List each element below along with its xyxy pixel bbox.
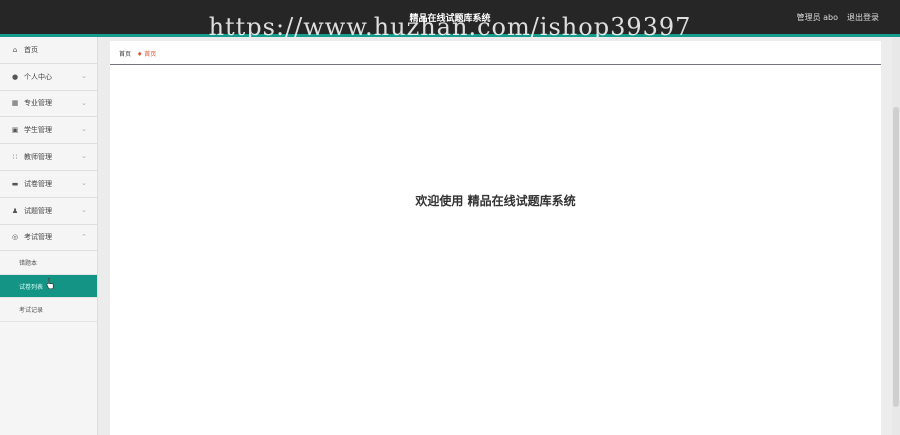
sidebar-item-student-management[interactable]: ▣ 学生管理 ⌄ bbox=[0, 117, 97, 145]
sidebar-item-label: 教师管理 bbox=[24, 153, 52, 162]
home-icon: ⌂ bbox=[12, 45, 18, 54]
user-icon: ● bbox=[11, 72, 19, 81]
scrollbar[interactable] bbox=[892, 37, 900, 435]
main-panel: 首页 ♦ 首页 欢迎使用 精品在线试题库系统 bbox=[110, 41, 881, 435]
chevron-down-icon: ⌄ bbox=[81, 98, 87, 107]
chevron-down-icon: ⌄ bbox=[81, 152, 87, 161]
content-area: 首页 ♦ 首页 欢迎使用 精品在线试题库系统 bbox=[98, 37, 900, 435]
sidebar-item-label: 专业管理 bbox=[24, 99, 52, 108]
sidebar-item-home[interactable]: ⌂ 首页 bbox=[0, 37, 97, 64]
sidebar-item-label: 考试管理 bbox=[24, 233, 52, 242]
breadcrumb-current: 首页 bbox=[144, 51, 157, 58]
breadcrumb: 首页 ♦ 首页 bbox=[119, 49, 156, 58]
welcome-message: 欢迎使用 精品在线试题库系统 bbox=[415, 194, 576, 208]
sidebar-item-teacher-management[interactable]: ∷ 教师管理 ⌄ bbox=[0, 144, 97, 171]
chevron-down-icon: ⌄ bbox=[81, 178, 87, 187]
clock-icon: ◎ bbox=[11, 233, 19, 242]
person-icon: ♟ bbox=[11, 206, 19, 215]
chevron-down-icon: ⌄ bbox=[81, 71, 87, 80]
sidebar-subitem-exam-records[interactable]: 考试记录 bbox=[0, 298, 97, 322]
sidebar-item-personal-center[interactable]: ● 个人中心 ⌄ bbox=[0, 64, 97, 91]
top-header: 精品在线试题库系统 https://www.huzhan.com/ishop39… bbox=[0, 0, 900, 41]
breadcrumb-root[interactable]: 首页 bbox=[119, 51, 131, 58]
scrollbar-thumb[interactable] bbox=[893, 107, 899, 407]
home-icon: ♦ bbox=[136, 51, 143, 58]
chevron-down-icon: ⌄ bbox=[81, 125, 87, 134]
sidebar-item-label: 个人中心 bbox=[24, 72, 52, 81]
grid-icon: ▦ bbox=[11, 99, 19, 108]
sidebar-item-label: 试题管理 bbox=[24, 206, 52, 215]
chevron-up-icon: ⌃ bbox=[81, 232, 87, 241]
sidebar-item-label: 学生管理 bbox=[24, 126, 52, 135]
sidebar-item-exam-management[interactable]: ◎ 考试管理 ⌃ bbox=[0, 225, 97, 252]
calendar-icon: ▣ bbox=[11, 126, 19, 135]
apps-icon: ∷ bbox=[12, 153, 18, 162]
sidebar-item-question-management[interactable]: ♟ 试题管理 ⌄ bbox=[0, 198, 97, 225]
sidebar-item-label: 首页 bbox=[24, 45, 38, 54]
sidebar-item-label: 试卷管理 bbox=[24, 179, 52, 188]
sidebar-item-exam-paper-management[interactable]: ▬ 试卷管理 ⌄ bbox=[0, 171, 97, 198]
admin-user-label: 管理员 abo bbox=[796, 13, 838, 22]
chevron-down-icon: ⌄ bbox=[81, 205, 87, 214]
monitor-icon: ▬ bbox=[11, 179, 19, 188]
logout-link[interactable]: 退出登录 bbox=[847, 12, 879, 23]
sidebar: ⌂ 首页 ● 个人中心 ⌄ ▦ 专业管理 ⌄ ▣ 学生管理 ⌄ ∷ 教师管理 ⌄… bbox=[0, 37, 98, 435]
breadcrumb-divider bbox=[110, 64, 881, 65]
hand-cursor-icon bbox=[46, 278, 54, 289]
sidebar-item-major-management[interactable]: ▦ 专业管理 ⌄ bbox=[0, 91, 97, 118]
sidebar-subitem-wrong-questions[interactable]: 错题本 bbox=[0, 251, 97, 275]
